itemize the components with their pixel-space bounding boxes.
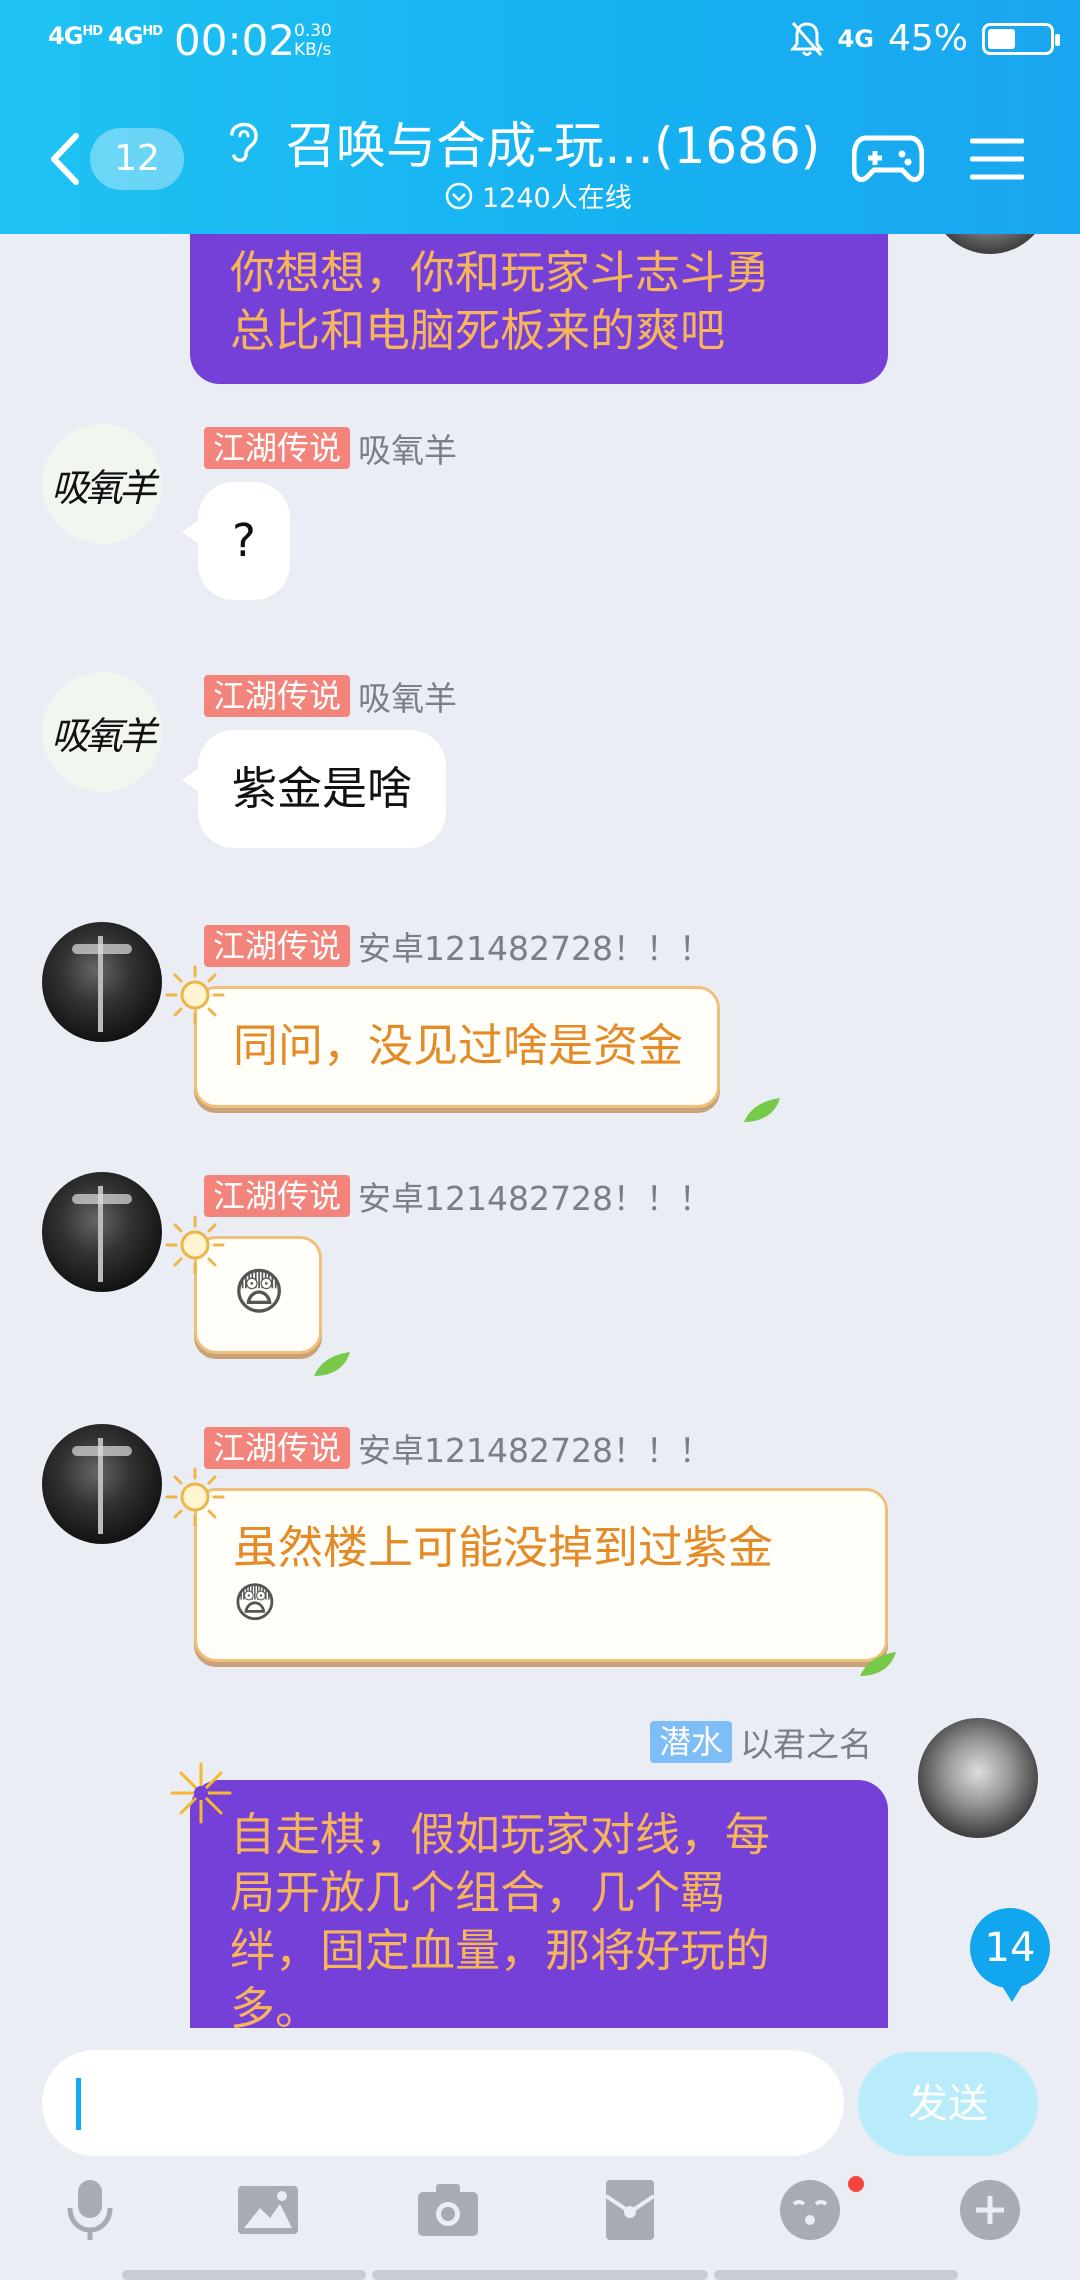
input-bar: 发送 xyxy=(0,2028,1080,2280)
message-line: 总比和电脑死板来的爽吧 xyxy=(230,304,726,357)
text-caret xyxy=(76,2078,81,2130)
message-line: 局开放几个组合，几个羁 xyxy=(230,1866,726,1919)
avatar[interactable]: 吸氧羊 xyxy=(42,424,162,544)
battery-fill xyxy=(988,28,1015,49)
message-line: 绊，固定血量，那将好玩的 xyxy=(230,1924,771,1977)
member-level-badge: 潜水 xyxy=(649,1721,732,1763)
back-arrow-icon[interactable] xyxy=(46,130,86,188)
signal-indicator-2: 4GHD xyxy=(108,22,163,50)
message-text: ? xyxy=(232,514,256,567)
sender-name[interactable]: 安卓121482728！！！ xyxy=(358,922,712,970)
camera-icon[interactable] xyxy=(416,2178,480,2242)
online-count-text: 1240人在线 xyxy=(482,183,632,214)
ear-icon xyxy=(230,122,258,162)
group-title[interactable]: 召唤与合成-玩…(1686) xyxy=(286,106,820,178)
nav-gesture-bar xyxy=(122,2270,366,2280)
nav-gesture-bar xyxy=(372,2270,708,2280)
avatar[interactable] xyxy=(42,1172,162,1292)
sender-line: 江湖传说 安卓121482728！！！ xyxy=(204,1172,712,1220)
online-check-icon xyxy=(445,182,473,209)
image-icon[interactable] xyxy=(236,2178,300,2242)
chat-list[interactable]: 你想想，你和玩家斗志斗勇 总比和电脑死板来的爽吧 吸氧羊 江湖传说 吸氧羊 ? … xyxy=(0,234,1080,2028)
signal-1-label: 4G xyxy=(48,22,83,50)
new-messages-count-bubble[interactable]: 14 xyxy=(970,1908,1050,2002)
sun-decoration-icon xyxy=(165,1467,225,1527)
sun-decoration-icon xyxy=(165,965,225,1025)
leaf-decoration-icon xyxy=(314,1352,350,1376)
signal-2-sup: HD xyxy=(142,24,163,39)
online-count: 1240人在线 xyxy=(444,176,632,215)
message-line: 自走棋，假如玩家对线，每 xyxy=(230,1808,771,1861)
member-level-badge: 江湖传说 xyxy=(204,675,351,717)
network-speed-unit: KB/s xyxy=(294,40,332,60)
message-bubble[interactable]: 同问，没见过啥是资金 xyxy=(194,986,721,1108)
microphone-icon[interactable] xyxy=(58,2178,122,2242)
status-right: 4G 45% xyxy=(789,18,1060,59)
avatar-signature: 吸氧羊 xyxy=(50,465,157,510)
fear-emoji: 😨 xyxy=(233,1578,277,1627)
member-level-badge: 江湖传说 xyxy=(204,427,351,469)
sender-line: 江湖传说 吸氧羊 xyxy=(204,424,457,472)
send-button[interactable]: 发送 xyxy=(858,2052,1038,2156)
input-toolbar xyxy=(0,2178,1080,2258)
gamepad-icon[interactable] xyxy=(852,128,924,188)
network-speed: 0.30 KB/s xyxy=(294,22,332,60)
member-level-badge: 江湖传说 xyxy=(204,925,351,967)
sender-line: 江湖传说 安卓121482728！！！ xyxy=(204,922,712,970)
message-bubble[interactable]: 紫金是啥 xyxy=(181,730,447,848)
avatar[interactable] xyxy=(42,1424,162,1544)
title-bar: 12 召唤与合成-玩…(1686) 1240人在线 xyxy=(0,100,1080,234)
signal-2-label: 4G xyxy=(108,22,143,50)
message-text: 同问，没见过啥是资金 xyxy=(233,1019,684,1072)
message-text: 紫金是啥 xyxy=(232,762,413,815)
sender-name[interactable]: 安卓121482728！！！ xyxy=(358,1172,712,1220)
signal-1-sup: HD xyxy=(82,24,103,39)
sender-line: 潜水 以君之名 xyxy=(649,1718,872,1766)
message-input[interactable] xyxy=(42,2050,844,2156)
message-bubble[interactable]: 你想想，你和玩家斗志斗勇 总比和电脑死板来的爽吧 xyxy=(190,234,888,384)
sender-name[interactable]: 吸氧羊 xyxy=(358,424,457,472)
network-type: 4G xyxy=(837,24,874,53)
message-bubble[interactable]: ? xyxy=(182,482,290,600)
status-bar: 4GHD 4GHD 00:02 0.30 KB/s 4G 45% xyxy=(0,0,1080,84)
network-speed-value: 0.30 xyxy=(294,21,332,41)
message-line: 你想想，你和玩家斗志斗勇 xyxy=(230,246,771,299)
member-level-badge: 江湖传说 xyxy=(204,1427,351,1469)
message-text: 虽然楼上可能没掉到过紫金 xyxy=(233,1521,774,1574)
unread-count-badge[interactable]: 12 xyxy=(90,128,184,190)
message-line: 多。 xyxy=(230,1982,321,2028)
member-level-badge: 江湖传说 xyxy=(204,1175,351,1217)
battery-icon xyxy=(982,22,1060,55)
avatar-signature: 吸氧羊 xyxy=(50,713,157,758)
firework-decoration-icon xyxy=(170,1762,232,1824)
chat-header: 4GHD 4GHD 00:02 0.30 KB/s 4G 45% 12 召唤与合… xyxy=(0,0,1080,234)
sun-decoration-icon xyxy=(165,1215,225,1275)
signal-indicator-1: 4GHD xyxy=(48,22,103,50)
avatar[interactable] xyxy=(930,234,1050,254)
nav-gesture-bar xyxy=(714,2270,958,2280)
sender-line: 江湖传说 安卓121482728！！！ xyxy=(204,1424,712,1472)
leaf-decoration-icon xyxy=(860,1652,896,1676)
avatar[interactable] xyxy=(42,922,162,1042)
emoji-icon[interactable] xyxy=(778,2178,842,2242)
avatar[interactable] xyxy=(918,1718,1038,1838)
sender-name[interactable]: 安卓121482728！！！ xyxy=(358,1424,712,1472)
message-bubble[interactable]: 自走棋，假如玩家对线，每 局开放几个组合，几个羁 绊，固定血量，那将好玩的 多。 xyxy=(190,1780,888,2028)
avatar[interactable]: 吸氧羊 xyxy=(42,672,162,792)
battery-percent: 45% xyxy=(887,18,968,59)
fear-emoji: 😨 xyxy=(233,1263,286,1321)
clock: 00:02 xyxy=(174,16,296,65)
sender-name[interactable]: 吸氧羊 xyxy=(358,672,457,720)
menu-icon[interactable] xyxy=(970,136,1024,182)
message-bubble[interactable]: 虽然楼上可能没掉到过紫金 😨 xyxy=(194,1488,888,1662)
sender-name[interactable]: 以君之名 xyxy=(740,1718,872,1766)
mute-notifications-icon xyxy=(789,21,824,56)
leaf-decoration-icon xyxy=(744,1098,780,1122)
plus-icon[interactable] xyxy=(958,2178,1022,2242)
red-packet-icon[interactable] xyxy=(598,2178,662,2242)
sender-line: 江湖传说 吸氧羊 xyxy=(204,672,457,720)
notification-dot xyxy=(848,2176,864,2192)
